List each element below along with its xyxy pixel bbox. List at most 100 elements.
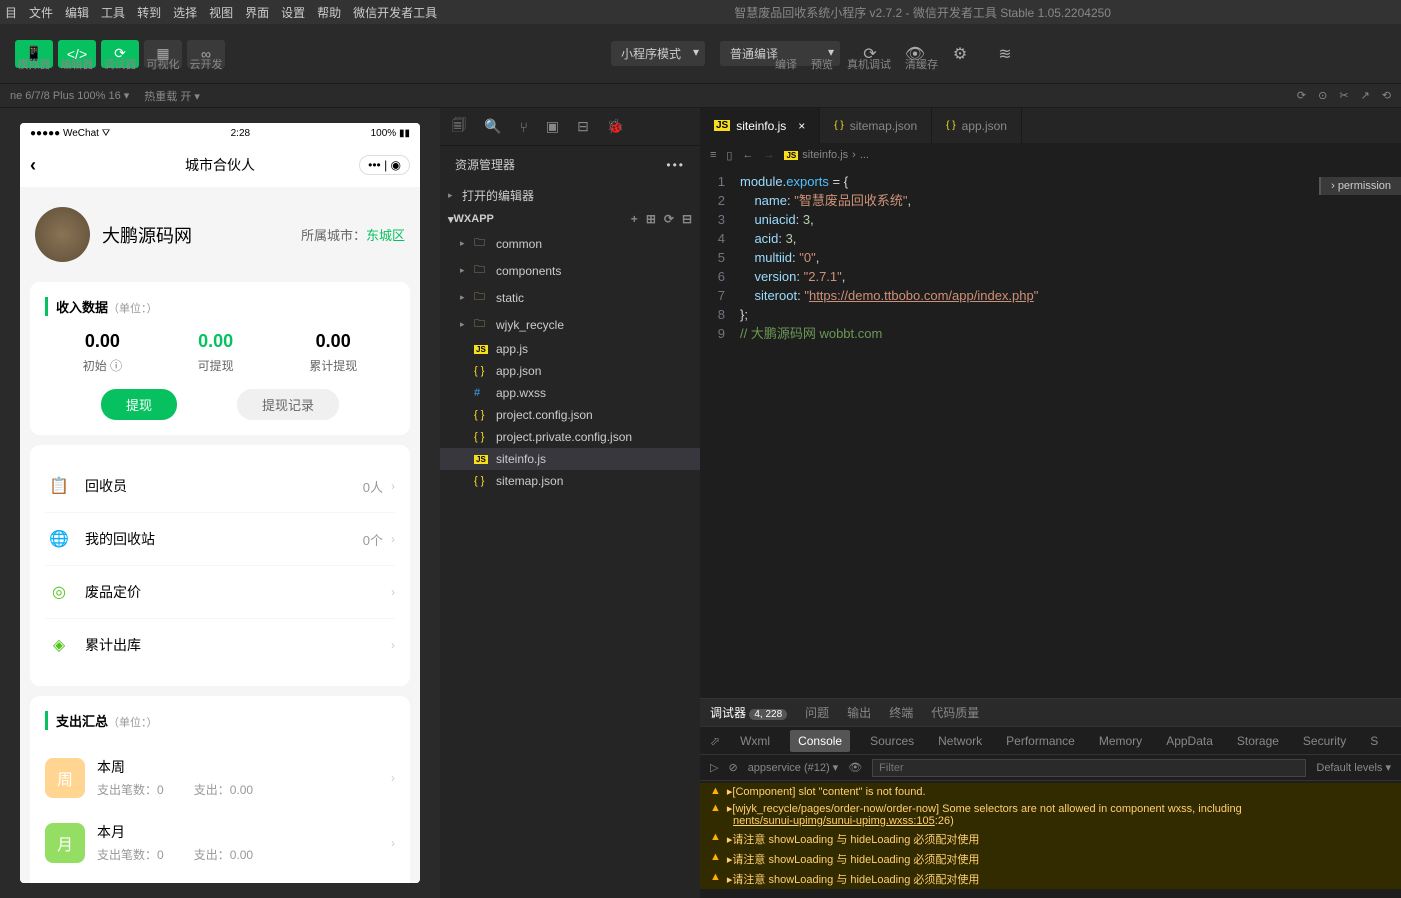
file-item[interactable]: { }sitemap.json <box>440 470 700 492</box>
file-item[interactable]: { }app.json <box>440 360 700 382</box>
bc-icon[interactable]: ≡ <box>710 149 716 161</box>
profile-name: 大鹏源码网 <box>102 222 301 248</box>
folder-item[interactable]: ▸🗀components <box>440 257 700 284</box>
breadcrumb-file[interactable]: JS siteinfo.js › ... <box>784 149 869 161</box>
collapse-icon[interactable]: ⊟ <box>682 212 692 226</box>
rotate-icon[interactable]: ⟲ <box>1382 89 1391 102</box>
inspect-icon[interactable]: ⬀ <box>710 734 720 748</box>
back-button[interactable]: ‹ <box>30 155 36 176</box>
new-folder-icon[interactable]: ⊞ <box>646 212 656 226</box>
list-item[interactable]: ◎废品定价› <box>45 566 395 619</box>
devtools-tab[interactable]: AppData <box>1162 730 1217 752</box>
search-icon[interactable]: 🔍 <box>484 118 501 135</box>
debug-tab[interactable]: 问题 <box>805 704 829 721</box>
devtools-tab[interactable]: Storage <box>1233 730 1283 752</box>
devtools-tab[interactable]: Console <box>790 730 850 752</box>
devtools-tab[interactable]: Memory <box>1095 730 1146 752</box>
refresh-icon[interactable]: ⟳ <box>664 212 674 226</box>
file-item[interactable]: JSapp.js <box>440 338 700 360</box>
bookmark-icon[interactable]: ▯ <box>726 149 732 162</box>
debug-tab[interactable]: 输出 <box>847 704 871 721</box>
hot-reload[interactable]: 热重载 开 ▾ <box>144 88 200 104</box>
devtools-tab[interactable]: Security <box>1299 730 1350 752</box>
box-icon[interactable]: ▣ <box>546 118 559 135</box>
file-item[interactable]: JSsiteinfo.js <box>440 448 700 470</box>
list-icon: 🌐 <box>45 525 73 553</box>
activity-bar: 🗐 🔍 ⑂ ▣ ⊟ 🐞 <box>440 108 700 146</box>
clear-cache-icon[interactable]: ≋ <box>990 41 1020 67</box>
db-icon[interactable]: ⊟ <box>577 118 589 135</box>
levels-select[interactable]: Default levels ▾ <box>1316 761 1391 774</box>
editor-tab[interactable]: { }sitemap.json <box>820 108 932 143</box>
mode-select[interactable]: 小程序模式 <box>611 41 705 66</box>
avatar[interactable] <box>35 207 90 262</box>
menu-item[interactable]: 设置 <box>281 4 305 21</box>
folder-item[interactable]: ▸🗀static <box>440 284 700 311</box>
context-select[interactable]: appservice (#12) ▾ <box>748 761 839 774</box>
debug-tab[interactable]: 终端 <box>889 704 913 721</box>
filter-input[interactable] <box>872 759 1306 777</box>
bug-icon[interactable]: 🐞 <box>607 118 624 135</box>
branch-icon[interactable]: ⑂ <box>519 119 527 135</box>
devtools-tab[interactable]: Wxml <box>736 730 774 752</box>
files-icon[interactable]: 🗐 <box>452 115 466 139</box>
folder-item[interactable]: ▸🗀wjyk_recycle <box>440 311 700 338</box>
code-editor[interactable]: › permission 1module.exports = {2 name: … <box>700 167 1401 698</box>
more-icon[interactable]: ••• <box>666 158 685 172</box>
device-select[interactable]: ne 6/7/8 Plus 100% 16 ▾ <box>10 89 129 102</box>
list-item[interactable]: 📋回收员0人› <box>45 460 395 513</box>
menu-item[interactable]: 工具 <box>101 4 125 21</box>
list-item[interactable]: 🌐我的回收站0个› <box>45 513 395 566</box>
devtools-tab[interactable]: Network <box>934 730 986 752</box>
menu-item[interactable]: 界面 <box>245 4 269 21</box>
close-icon[interactable]: × <box>798 119 805 133</box>
devtools-tab[interactable]: Performance <box>1002 730 1079 752</box>
arrow-icon[interactable]: ↗ <box>1361 89 1370 102</box>
withdraw-history-button[interactable]: 提现记录 <box>237 389 339 420</box>
devtools-tab[interactable]: Sources <box>866 730 918 752</box>
debug-tab[interactable]: 调试器 4, 228 <box>710 704 787 721</box>
eye-icon[interactable]: 👁 <box>848 761 862 774</box>
menu-item[interactable]: 文件 <box>29 4 53 21</box>
withdraw-button[interactable]: 提现 <box>101 389 177 420</box>
menu-item[interactable]: 帮助 <box>317 4 341 21</box>
phone-content[interactable]: 大鹏源码网 所属城市：东城区 收入数据（单位：） 0.00初始 ⓘ 0.00可提… <box>20 187 420 883</box>
menu-item[interactable]: 目 <box>5 4 17 21</box>
folder-item[interactable]: ▸🗀common <box>440 230 700 257</box>
week-row[interactable]: 周 本周支出笔数：0支出：0.00 › <box>45 745 395 810</box>
console-toolbar: ▷ ⊘ appservice (#12) ▾ 👁 Default levels … <box>700 755 1401 781</box>
record-icon[interactable]: ⊙ <box>1318 89 1327 102</box>
play-icon[interactable]: ▷ <box>710 761 718 774</box>
expense-title: 支出汇总（单位：） <box>45 711 395 730</box>
permission-button[interactable]: › permission <box>1319 177 1401 195</box>
menu-item[interactable]: 微信开发者工具 <box>353 4 437 21</box>
new-file-icon[interactable]: + <box>631 212 638 226</box>
menu-item[interactable]: 视图 <box>209 4 233 21</box>
capsule-button[interactable]: ••• | ◉ <box>359 155 410 175</box>
real-device-icon[interactable]: ⚙ <box>945 41 975 67</box>
refresh-icon[interactable]: ⟳ <box>1297 89 1306 102</box>
editor-tab[interactable]: JSsiteinfo.js× <box>700 108 820 143</box>
explorer-panel: 🗐 🔍 ⑂ ▣ ⊟ 🐞 资源管理器 ••• ▸打开的编辑器 ▾WXAPP+⊞⟳⊟… <box>440 108 700 898</box>
root-folder[interactable]: ▾WXAPP+⊞⟳⊟ <box>440 208 700 230</box>
forward-icon[interactable]: → <box>763 149 774 161</box>
file-item[interactable]: { }project.private.config.json <box>440 426 700 448</box>
editor-tab[interactable]: { }app.json <box>932 108 1022 143</box>
month-row[interactable]: 月 本月支出笔数：0支出：0.00 › <box>45 810 395 875</box>
cut-icon[interactable]: ✂ <box>1339 89 1348 102</box>
debug-tab[interactable]: 代码质量 <box>931 704 979 721</box>
menu-item[interactable]: 选择 <box>173 4 197 21</box>
open-editors-section[interactable]: ▸打开的编辑器 <box>440 183 700 208</box>
chevron-right-icon: › <box>391 638 395 652</box>
devtools-tab[interactable]: S <box>1366 730 1382 752</box>
list-item[interactable]: ◈累计出库› <box>45 619 395 671</box>
menu-item[interactable]: 转到 <box>137 4 161 21</box>
back-icon[interactable]: ← <box>742 149 753 161</box>
menu-item[interactable]: 编辑 <box>65 4 89 21</box>
income-card: 收入数据（单位：） 0.00初始 ⓘ 0.00可提现 0.00累计提现 提现 提… <box>30 282 410 435</box>
console-output[interactable]: ▲▸[Component] slot "content" is not foun… <box>700 781 1401 898</box>
clear-icon[interactable]: ⊘ <box>728 761 737 774</box>
chevron-right-icon: › <box>391 836 395 850</box>
file-item[interactable]: #app.wxss <box>440 382 700 404</box>
file-item[interactable]: { }project.config.json <box>440 404 700 426</box>
